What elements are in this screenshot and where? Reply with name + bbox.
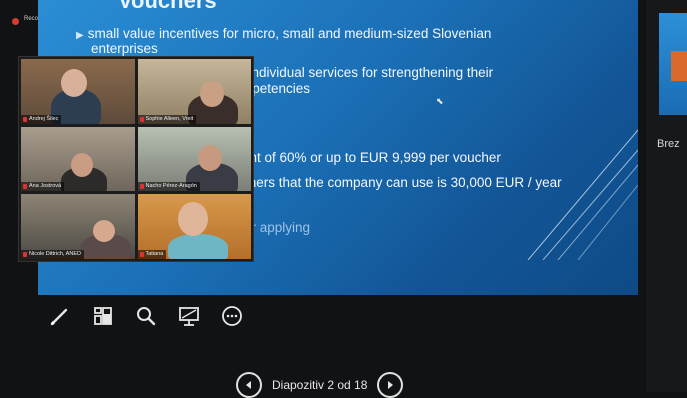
presenter-view-button[interactable] xyxy=(167,300,210,332)
slide-bullet-cont: enterprises xyxy=(91,41,158,56)
slide-pager: Diapozitiv 2 od 18 xyxy=(236,372,404,398)
slides-grid-icon xyxy=(93,307,112,325)
next-slide-thumbnail[interactable] xyxy=(659,13,687,115)
slide-bullet: f individual services for strengthening … xyxy=(241,65,494,80)
slide-bullet: unt of 60% or up to EUR 9,999 per vouche… xyxy=(242,150,501,165)
zoom-button[interactable] xyxy=(124,300,167,332)
slide-decoration-lines xyxy=(527,129,638,260)
recording-indicator-icon xyxy=(12,18,19,25)
presenter-view-icon xyxy=(178,307,199,326)
previous-slide-button[interactable] xyxy=(236,372,262,398)
pen-button[interactable] xyxy=(38,300,81,332)
thumbnail-accent xyxy=(671,51,687,81)
mouse-cursor-icon: ⬉ xyxy=(436,96,444,106)
participant-tile[interactable]: Tatiana xyxy=(137,194,251,259)
participant-face xyxy=(177,202,208,237)
more-options-button[interactable] xyxy=(210,300,253,332)
participant-name: Nicole Dittrich, ANED xyxy=(21,249,84,259)
participant-tile[interactable]: Nacho Pérez-Aragón xyxy=(137,126,251,192)
participant-tile[interactable]: Nicole Dittrich, ANED xyxy=(21,194,135,259)
video-participants-grid: Andrej Šilec Sophie Alleen, Vreit Ana Jo… xyxy=(18,56,254,262)
side-panel-label: Brez xyxy=(657,138,680,150)
participant-face xyxy=(71,152,93,177)
participant-name: Sophie Alleen, Vreit xyxy=(137,114,197,124)
slide-bullet: chers that the company can use is 30,000… xyxy=(242,175,562,190)
participant-silhouette xyxy=(167,234,228,259)
participant-tile[interactable]: Ana Jostrová xyxy=(21,126,135,192)
participant-face xyxy=(199,81,224,107)
participant-face xyxy=(61,69,87,97)
slide-heading: Vouchers xyxy=(118,0,217,13)
pen-icon xyxy=(50,308,67,326)
participant-name: Nacho Pérez-Aragón xyxy=(137,182,200,192)
bullet-arrow-icon: ▶ xyxy=(76,30,84,41)
slide-counter: Diapozitiv 2 od 18 xyxy=(272,378,368,392)
participant-name: Andrej Šilec xyxy=(21,114,62,124)
participant-tile[interactable]: Sophie Alleen, Vreit xyxy=(137,59,251,124)
participant-name: Ana Jostrová xyxy=(21,182,65,192)
presenter-toolbar xyxy=(38,300,253,332)
participant-face xyxy=(197,144,222,171)
participant-tile[interactable]: Andrej Šilec xyxy=(21,59,135,124)
zoom-icon xyxy=(136,307,155,326)
next-slide-button[interactable] xyxy=(377,372,404,398)
previous-arrow-icon xyxy=(246,381,251,389)
participant-name: Tatiana xyxy=(137,249,167,259)
slides-grid-button[interactable] xyxy=(81,300,124,332)
next-arrow-icon xyxy=(388,381,394,389)
more-options-icon xyxy=(221,306,242,326)
